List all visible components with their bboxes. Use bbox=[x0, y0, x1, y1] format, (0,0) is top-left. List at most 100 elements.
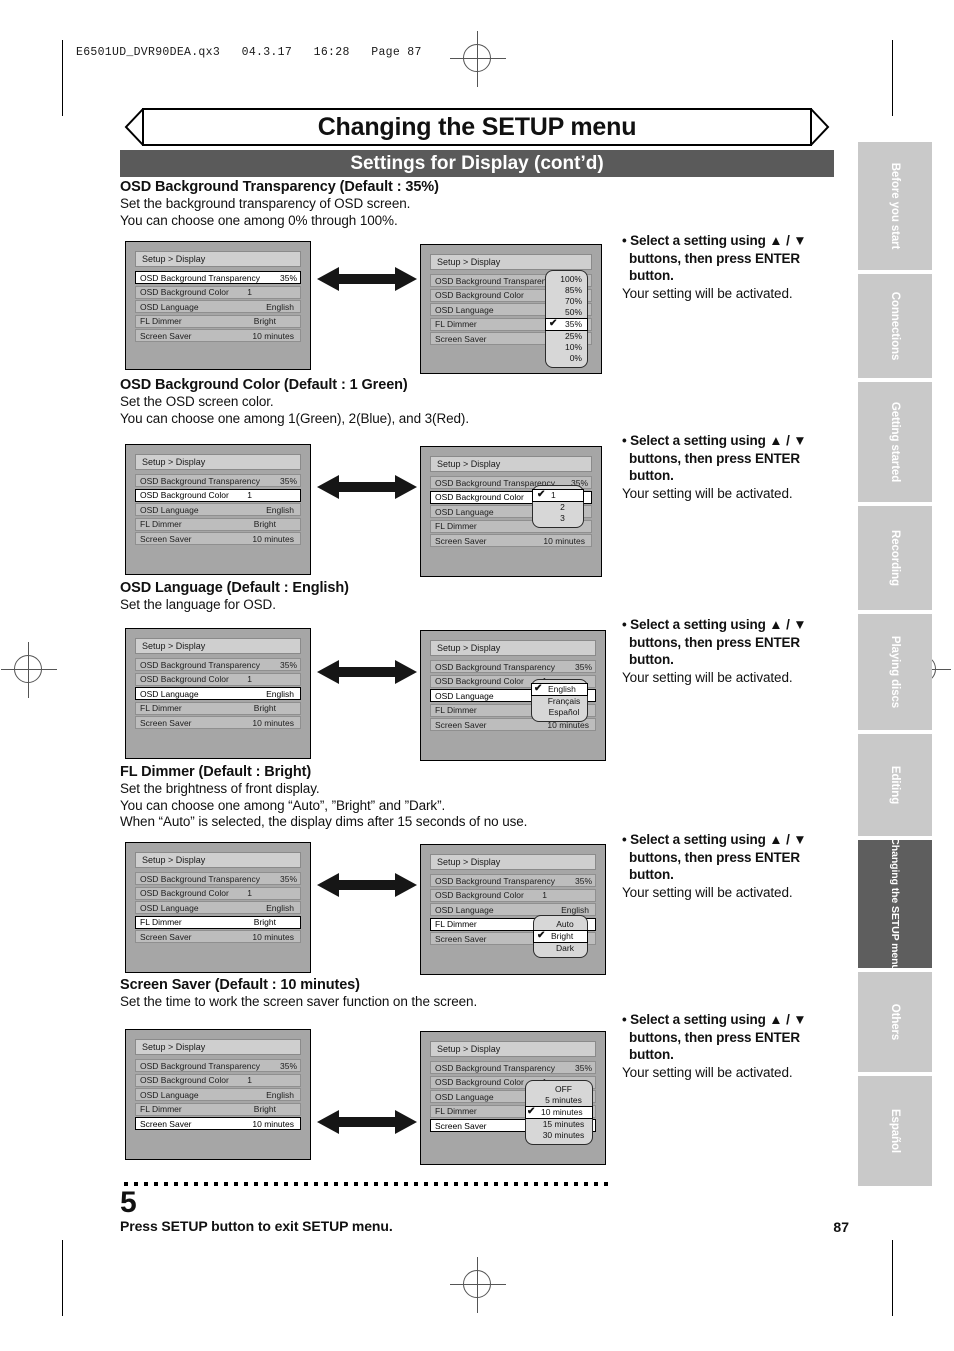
osd-row-label: Screen Saver bbox=[435, 535, 487, 546]
ribbon-right-icon bbox=[810, 108, 834, 146]
option-item[interactable]: 2 bbox=[533, 502, 583, 513]
option-item[interactable]: 85% bbox=[546, 285, 587, 296]
section-title: OSD Background Color (Default : 1 Green) bbox=[120, 377, 408, 393]
instruction-line: • Select a setting using ▲ / ▼ bbox=[622, 233, 807, 248]
osd-row-label: FL Dimmer bbox=[140, 703, 182, 713]
osd-row-screensaver[interactable]: Screen Saver 10 minutes bbox=[135, 532, 301, 545]
option-item[interactable]: 30 minutes bbox=[526, 1130, 592, 1141]
osd-row-dimmer[interactable]: FL Dimmer Bright bbox=[135, 915, 301, 929]
osd-row-language[interactable]: OSD Language English bbox=[135, 1088, 301, 1101]
sidebar-tab-connections[interactable]: Connections bbox=[858, 274, 932, 378]
osd-row-dimmer[interactable]: FL Dimmer Bright bbox=[135, 517, 301, 531]
option-item[interactable]: Español bbox=[532, 707, 587, 718]
sidebar-tab-playing-discs[interactable]: Playing discs bbox=[858, 614, 932, 730]
option-item[interactable]: 70% bbox=[546, 296, 587, 307]
option-item[interactable]: 25% bbox=[546, 331, 587, 342]
section-desc-2: You can choose one among 1(Green), 2(Blu… bbox=[120, 410, 469, 426]
option-item-selected[interactable]: ✔ 35% bbox=[545, 318, 588, 331]
option-popup-screensaver[interactable]: OFF 5 minutes ✔ 10 minutes 15 minutes 30… bbox=[525, 1080, 593, 1145]
osd-row-value: 10 minutes bbox=[543, 535, 585, 546]
osd-row-language[interactable]: OSD Language English bbox=[135, 300, 301, 313]
osd-row-screensaver[interactable]: Screen Saver 10 minutes bbox=[135, 1117, 301, 1130]
osd-row-value: English bbox=[266, 902, 294, 913]
page-title-banner: Changing the SETUP menu bbox=[120, 108, 834, 146]
option-item[interactable]: Dark bbox=[534, 943, 587, 954]
option-item[interactable]: 50% bbox=[546, 307, 587, 318]
osd-row-label: OSD Background Color bbox=[435, 890, 524, 900]
page-title-box: Changing the SETUP menu bbox=[142, 108, 812, 146]
osd-row-color[interactable]: OSD Background Color 1 bbox=[135, 488, 301, 502]
osd-row-value: 1 bbox=[247, 490, 252, 500]
osd-breadcrumb: Setup > Display bbox=[135, 638, 301, 654]
osd-row-transparency[interactable]: OSD Background Transparency 35% bbox=[135, 872, 301, 885]
instruction-line: • Select a setting using ▲ / ▼ bbox=[622, 1012, 807, 1027]
sidebar-tab-before-you-start[interactable]: Before you start bbox=[858, 142, 932, 270]
osd-row-color[interactable]: OSD Background Color 1 bbox=[135, 285, 301, 299]
option-item[interactable]: Auto bbox=[534, 919, 587, 930]
osd-row-language[interactable]: OSD Language English bbox=[135, 503, 301, 516]
osd-row-label: Screen Saver bbox=[435, 933, 487, 944]
option-item-selected[interactable]: ✔ 10 minutes bbox=[525, 1106, 593, 1119]
crop-mark-left bbox=[62, 40, 63, 116]
sidebar-tab-changing-the-setup-menu[interactable]: Changing the SETUP menu bbox=[858, 837, 932, 971]
sidebar-tab-editing[interactable]: Editing bbox=[858, 734, 932, 836]
osd-row-color[interactable]: OSD Background Color 1 bbox=[135, 1073, 301, 1087]
osd-row-value: English bbox=[561, 904, 589, 915]
osd-row-transparency[interactable]: OSD Background Transparency 35% bbox=[135, 1059, 301, 1072]
sidebar-tab-getting-started[interactable]: Getting started bbox=[858, 382, 932, 502]
osd-breadcrumb: Setup > Display bbox=[135, 454, 301, 470]
osd-row-label: OSD Background Transparency bbox=[435, 875, 556, 886]
osd-row-color[interactable]: OSD Background Color 1 bbox=[135, 672, 301, 686]
option-item[interactable]: 100% bbox=[546, 274, 587, 285]
option-popup-color[interactable]: ✔ 1 2 3 bbox=[532, 485, 584, 528]
option-item[interactable]: 10% bbox=[546, 342, 587, 353]
osd-row-transparency[interactable]: OSD Background Transparency 35% bbox=[430, 874, 596, 887]
osd-row-screensaver[interactable]: Screen Saver 10 minutes bbox=[135, 930, 301, 943]
osd-row-screensaver[interactable]: Screen Saver 10 minutes bbox=[135, 329, 301, 342]
option-popup-transparency[interactable]: 100% 85% 70% 50% ✔ 35% 25% 10% 0% bbox=[545, 270, 588, 368]
osd-row-label: Screen Saver bbox=[435, 1120, 487, 1131]
osd-screen-dimmer-after: Setup > Display OSD Background Transpare… bbox=[420, 844, 606, 975]
osd-row-dimmer[interactable]: FL Dimmer Bright bbox=[135, 701, 301, 715]
option-label: English bbox=[548, 684, 576, 694]
option-item-selected[interactable]: ✔ English bbox=[531, 683, 588, 696]
option-popup-language[interactable]: ✔ English Français Español bbox=[531, 679, 588, 722]
osd-row-transparency[interactable]: OSD Background Transparency 35% bbox=[430, 660, 596, 673]
osd-row-screensaver[interactable]: Screen Saver 10 minutes bbox=[430, 534, 592, 547]
osd-row-transparency[interactable]: OSD Background Transparency 35% bbox=[430, 1061, 596, 1074]
osd-row-color[interactable]: OSD Background Color 1 bbox=[430, 888, 596, 902]
sidebar-tab-others[interactable]: Others bbox=[858, 972, 932, 1072]
osd-row-value: 35% bbox=[279, 272, 297, 283]
option-item[interactable]: 15 minutes bbox=[526, 1119, 592, 1130]
osd-screen-transparency-before: Setup > Display OSD Background Transpare… bbox=[125, 241, 311, 370]
option-popup-dimmer[interactable]: Auto ✔ Bright Dark bbox=[533, 915, 588, 958]
check-icon: ✔ bbox=[537, 930, 546, 941]
osd-screen-language-after: Setup > Display OSD Background Transpare… bbox=[420, 630, 606, 761]
osd-row-transparency[interactable]: OSD Background Transparency 35% bbox=[135, 658, 301, 671]
sidebar-tab-recording[interactable]: Recording bbox=[858, 506, 932, 610]
sidebar-tab-label: Changing the SETUP menu bbox=[889, 837, 901, 971]
option-item[interactable]: Français bbox=[532, 696, 587, 707]
option-item-selected[interactable]: ✔ 1 bbox=[532, 489, 584, 502]
instruction-note: Your setting will be activated. bbox=[622, 1064, 793, 1080]
instruction-line: button. bbox=[629, 867, 674, 882]
instruction-line: • Select a setting using ▲ / ▼ bbox=[622, 617, 807, 632]
osd-row-transparency[interactable]: OSD Background Transparency 35% bbox=[135, 271, 301, 284]
osd-row-label: FL Dimmer bbox=[435, 705, 477, 715]
option-item[interactable]: 0% bbox=[546, 353, 587, 364]
osd-row-value: 35% bbox=[279, 659, 297, 670]
osd-row-dimmer[interactable]: FL Dimmer Bright bbox=[135, 314, 301, 328]
sidebar-tab-espanol[interactable]: Español bbox=[858, 1076, 932, 1186]
osd-row-language[interactable]: OSD Language English bbox=[135, 687, 301, 700]
option-item[interactable]: 3 bbox=[533, 513, 583, 524]
side-tab-strip: Before you start Connections Getting sta… bbox=[858, 142, 932, 1190]
osd-row-label: OSD Background Transparency bbox=[140, 272, 261, 283]
option-item[interactable]: OFF bbox=[526, 1084, 592, 1095]
option-item-selected[interactable]: ✔ Bright bbox=[533, 930, 588, 943]
osd-row-screensaver[interactable]: Screen Saver 10 minutes bbox=[135, 716, 301, 729]
osd-row-dimmer[interactable]: FL Dimmer Bright bbox=[135, 1102, 301, 1116]
osd-row-language[interactable]: OSD Language English bbox=[135, 901, 301, 914]
option-item[interactable]: 5 minutes bbox=[526, 1095, 592, 1106]
osd-row-color[interactable]: OSD Background Color 1 bbox=[135, 886, 301, 900]
osd-row-transparency[interactable]: OSD Background Transparency 35% bbox=[135, 474, 301, 487]
